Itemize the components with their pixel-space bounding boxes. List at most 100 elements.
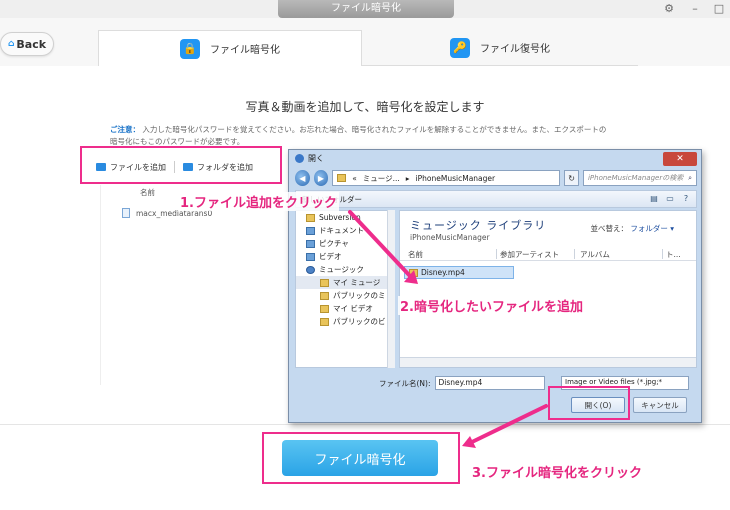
column-header-row: 名前 参加アーティスト アルバム ト... <box>400 247 696 261</box>
column-header-track[interactable]: ト... <box>666 249 681 260</box>
column-header-name[interactable]: 名前 <box>408 249 423 260</box>
search-input[interactable]: iPhoneMusicManagerの検索 ⌕ <box>582 170 697 186</box>
maximize-icon[interactable]: □ <box>712 2 726 15</box>
cancel-button[interactable]: キャンセル <box>633 397 687 413</box>
sort-control[interactable]: 並べ替え： フォルダー ▾ <box>590 223 674 234</box>
file-row-name: Disney.mp4 <box>421 268 465 277</box>
folder-icon <box>337 174 347 182</box>
settings-icon[interactable]: ⚙ <box>662 2 676 15</box>
nav-item-videos[interactable]: ビデオ <box>296 250 394 263</box>
folder-icon <box>320 317 329 326</box>
nav-label: マイ ビデオ <box>333 304 373 313</box>
column-divider <box>574 249 575 259</box>
lock-icon: 🔒 <box>180 38 200 59</box>
tab-strip: 🔒 ファイル暗号化 🔑 ファイル復号化 <box>98 30 638 66</box>
column-divider <box>662 249 663 259</box>
music-icon <box>306 265 315 274</box>
video-file-icon <box>409 268 418 277</box>
nav-label: ビデオ <box>319 252 342 261</box>
address-bar[interactable]: « ミュージ... ▸ iPhoneMusicManager <box>332 170 561 186</box>
nav-item-public-videos[interactable]: パブリックのビ <box>296 315 394 328</box>
nav-item-documents[interactable]: ドキュメント <box>296 224 394 237</box>
help-icon[interactable]: ? <box>680 193 692 205</box>
navigation-pane: Subversion ドキュメント ピクチャ ビデオ ミュージック マイ ミュー… <box>295 210 395 368</box>
minimize-icon[interactable]: – <box>688 2 702 15</box>
filename-label: ファイル名(N): <box>379 378 431 388</box>
view-controls: ▤ ▭ ? <box>648 193 692 205</box>
breadcrumb-2[interactable]: iPhoneMusicManager <box>416 174 496 183</box>
highlight-encrypt-button <box>262 432 460 484</box>
tab-decrypt-label: ファイル復号化 <box>480 44 550 55</box>
search-icon: ⌕ <box>688 173 692 182</box>
callout-step3: 3.ファイル暗号化をクリック <box>470 462 644 481</box>
filename-input[interactable]: Disney.mp4 <box>434 376 545 390</box>
nav-scrollbar[interactable] <box>387 210 395 368</box>
horizontal-scrollbar[interactable] <box>400 357 696 367</box>
highlight-add-file <box>80 146 282 184</box>
tab-encrypt[interactable]: 🔒 ファイル暗号化 <box>98 30 362 66</box>
file-row-selected[interactable]: Disney.mp4 <box>404 266 514 279</box>
back-arrow-icon[interactable]: ◀ <box>295 170 310 186</box>
nav-label: ドキュメント <box>319 226 364 235</box>
forward-arrow-icon[interactable]: ▶ <box>313 170 329 186</box>
nav-item-music[interactable]: ミュージック <box>296 263 394 276</box>
tab-encrypt-label: ファイル暗号化 <box>210 45 280 56</box>
view-icon[interactable]: ▤ <box>648 193 660 205</box>
pictures-icon <box>306 239 315 248</box>
back-label: Back <box>16 37 47 51</box>
title-bar: ファイル暗号化 ⚙ – □ <box>0 0 730 18</box>
nav-label: パブリックのビ <box>333 317 386 326</box>
breadcrumb-separator: ▸ <box>405 173 410 183</box>
notice: ご注意： 入力した暗号化パスワードを覚えてください。お忘れた場合、暗号化されたフ… <box>110 124 610 148</box>
column-divider <box>496 249 497 259</box>
command-bar: 新しいフォルダー ▤ ▭ ? <box>295 190 697 208</box>
callout-step1: 1.ファイル追加をクリック <box>178 192 339 211</box>
nav-item-pictures[interactable]: ピクチャ <box>296 237 394 250</box>
back-button[interactable]: ⌂ Back <box>0 32 54 56</box>
folder-icon <box>320 278 329 287</box>
file-browser: ミュージック ライブラリ iPhoneMusicManager 並べ替え： フォ… <box>399 210 697 368</box>
address-row: ◀ ▶ « ミュージ... ▸ iPhoneMusicManager ↻ iPh… <box>295 168 697 188</box>
dialog-title-text: 開く <box>308 154 324 163</box>
nav-item-subversion[interactable]: Subversion <box>296 211 394 224</box>
nav-item-my-music[interactable]: マイ ミュージ <box>296 276 394 289</box>
sort-value[interactable]: フォルダー ▾ <box>630 224 674 233</box>
column-header-album[interactable]: アルバム <box>580 249 610 260</box>
file-icon <box>122 208 130 218</box>
folder-icon <box>306 213 315 222</box>
notice-text: 入力した暗号化パスワードを覚えてください。お忘れた場合、暗号化されたファイルを解… <box>110 125 607 146</box>
refresh-icon[interactable]: ↻ <box>564 170 579 186</box>
search-placeholder: iPhoneMusicManagerの検索 <box>587 174 684 182</box>
library-subtitle: iPhoneMusicManager <box>410 233 490 242</box>
highlight-open-button <box>548 386 630 420</box>
preview-pane-icon[interactable]: ▭ <box>664 193 676 205</box>
tab-decrypt[interactable]: 🔑 ファイル復号化 <box>362 30 638 66</box>
folder-icon <box>320 291 329 300</box>
home-icon: ⌂ <box>7 39 15 49</box>
nav-item-my-videos[interactable]: マイ ビデオ <box>296 302 394 315</box>
documents-icon <box>306 226 315 235</box>
open-dialog: 開く ✕ ◀ ▶ « ミュージ... ▸ iPhoneMusicManager … <box>288 149 702 423</box>
key-icon: 🔑 <box>450 37 470 58</box>
callout-step2: 2.暗号化したいファイルを追加 <box>398 296 585 315</box>
breadcrumb-1[interactable]: ミュージ... <box>363 173 400 184</box>
close-button[interactable]: ✕ <box>663 152 697 166</box>
breadcrumb-prefix: « <box>352 173 357 183</box>
nav-label: マイ ミュージ <box>333 278 381 287</box>
window-title: ファイル暗号化 <box>278 0 454 18</box>
column-name-header: 名前 <box>140 188 155 197</box>
nav-label: パブリックのミ <box>333 291 386 300</box>
folder-icon <box>320 304 329 313</box>
divider <box>0 424 730 425</box>
dialog-title: 開く <box>295 153 324 164</box>
page-heading: 写真＆動画を追加して、暗号化を設定します <box>245 100 485 114</box>
nav-item-public-music[interactable]: パブリックのミ <box>296 289 394 302</box>
nav-label: ピクチャ <box>319 239 349 248</box>
video-icon <box>306 252 315 261</box>
notice-label: ご注意： <box>110 125 140 134</box>
app-icon <box>295 154 304 163</box>
nav-label: Subversion <box>319 213 361 222</box>
column-header-artist[interactable]: 参加アーティスト <box>500 249 559 260</box>
library-title: ミュージック ライブラリ <box>410 219 547 232</box>
nav-label: ミュージック <box>319 265 364 274</box>
